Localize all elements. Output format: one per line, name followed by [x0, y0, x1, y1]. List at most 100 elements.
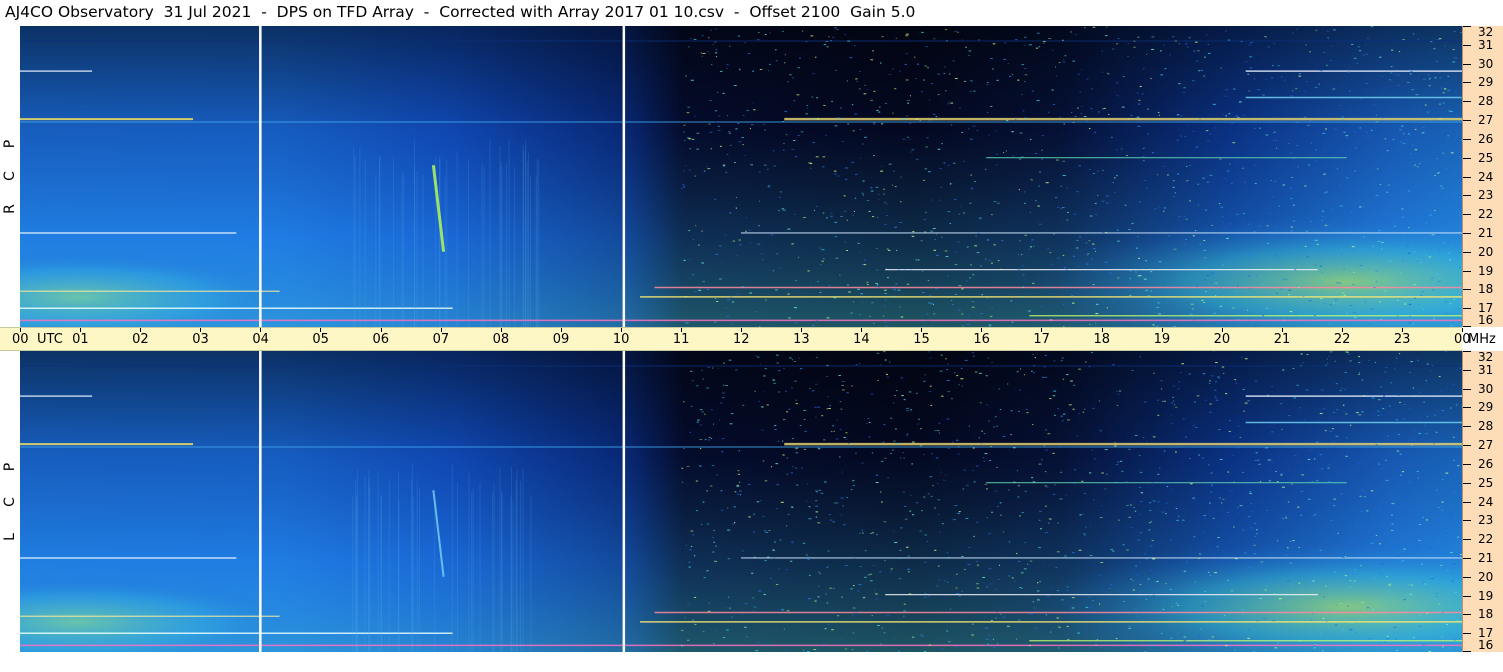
- noise-speckle: [1038, 46, 1041, 48]
- noise-speckle: [1197, 596, 1199, 598]
- noise-speckle: [1310, 220, 1312, 222]
- noise-speckle: [1000, 613, 1002, 615]
- noise-speckle: [807, 107, 809, 109]
- noise-speckle: [838, 117, 841, 119]
- noise-speckle: [742, 404, 745, 406]
- noise-speckle: [970, 138, 973, 140]
- noise-speckle: [1411, 584, 1413, 586]
- noise-speckle: [927, 493, 930, 495]
- noise-speckle: [997, 260, 1000, 262]
- noise-speckle: [1178, 83, 1181, 85]
- noise-speckle: [710, 148, 713, 150]
- noise-speckle: [802, 217, 806, 219]
- noise-speckle: [1417, 477, 1420, 479]
- noise-speckle: [999, 502, 1002, 504]
- noise-speckle: [1186, 165, 1188, 167]
- noise-speckle: [1045, 614, 1048, 616]
- noise-speckle: [1379, 56, 1382, 58]
- noise-speckle: [1183, 570, 1187, 572]
- noise-speckle: [1278, 598, 1282, 600]
- noise-speckle: [937, 565, 940, 567]
- noise-speckle: [1229, 490, 1233, 492]
- noise-speckle: [924, 168, 928, 170]
- noise-speckle: [1367, 73, 1369, 75]
- noise-speckle: [787, 228, 791, 230]
- noise-speckle: [1354, 316, 1357, 318]
- noise-speckle: [1249, 287, 1252, 289]
- noise-speckle: [954, 263, 958, 265]
- noise-speckle: [868, 421, 871, 423]
- noise-speckle: [1203, 75, 1206, 77]
- utc-label: UTC: [37, 332, 63, 347]
- noise-speckle: [720, 509, 724, 511]
- noise-speckle: [1107, 73, 1110, 75]
- noise-speckle: [957, 309, 961, 311]
- noise-speckle: [1388, 405, 1391, 407]
- noise-speckle: [1266, 307, 1268, 309]
- noise-speckle: [728, 45, 731, 47]
- noise-speckle: [735, 369, 738, 371]
- noise-speckle: [958, 107, 962, 109]
- noise-speckle: [884, 223, 887, 225]
- noise-speckle: [1234, 290, 1236, 292]
- noise-speckle: [702, 631, 705, 633]
- noise-speckle: [873, 123, 876, 125]
- noise-speckle: [1239, 505, 1243, 507]
- noise-speckle: [785, 390, 787, 392]
- frequency-tick: [1463, 251, 1471, 253]
- noise-speckle: [1428, 256, 1432, 258]
- noise-speckle: [1343, 294, 1346, 296]
- noise-speckle: [1011, 131, 1014, 133]
- noise-speckle: [1367, 229, 1369, 231]
- noise-speckle: [1063, 413, 1066, 415]
- noise-speckle: [1085, 242, 1088, 244]
- noise-speckle: [1103, 107, 1106, 109]
- noise-speckle: [903, 399, 906, 401]
- noise-speckle: [1187, 125, 1189, 127]
- frequency-tick: [1463, 138, 1471, 140]
- noise-speckle: [1298, 640, 1302, 642]
- noise-speckle: [683, 170, 685, 172]
- noise-speckle: [876, 248, 878, 250]
- noise-speckle: [798, 256, 800, 258]
- noise-speckle: [1247, 73, 1250, 75]
- noise-speckle: [1339, 205, 1343, 207]
- noise-speckle: [1073, 213, 1077, 215]
- frequency-tick: [1463, 388, 1471, 390]
- noise-speckle: [911, 149, 915, 151]
- noise-speckle: [946, 369, 949, 371]
- noise-speckle: [1230, 182, 1233, 184]
- noise-speckle: [1452, 563, 1456, 565]
- noise-speckle: [1331, 428, 1335, 430]
- noise-speckle: [809, 387, 811, 389]
- noise-speckle: [1411, 439, 1414, 441]
- noise-speckle: [984, 627, 988, 629]
- noise-speckle: [1422, 126, 1425, 128]
- noise-speckle: [1035, 47, 1038, 49]
- noise-speckle: [1351, 573, 1354, 575]
- noise-speckle: [977, 232, 980, 234]
- noise-speckle: [1449, 552, 1453, 554]
- noise-speckle: [1220, 221, 1224, 223]
- noise-speckle: [1250, 42, 1253, 44]
- noise-speckle: [1171, 606, 1173, 608]
- noise-speckle: [1361, 266, 1364, 268]
- noise-speckle: [1145, 598, 1148, 600]
- noise-speckle: [806, 105, 809, 107]
- noise-speckle: [1248, 255, 1252, 257]
- noise-speckle: [1421, 132, 1425, 134]
- noise-speckle: [1255, 275, 1258, 277]
- noise-speckle: [847, 40, 851, 42]
- noise-speckle: [756, 287, 758, 289]
- noise-speckle: [1177, 604, 1180, 606]
- noise-speckle: [1202, 373, 1206, 375]
- noise-speckle: [1384, 459, 1388, 461]
- noise-speckle: [1315, 441, 1319, 443]
- noise-speckle: [707, 602, 711, 604]
- noise-speckle: [1281, 486, 1285, 488]
- noise-speckle: [954, 505, 958, 507]
- noise-speckle: [1371, 517, 1374, 519]
- noise-speckle: [1039, 581, 1041, 583]
- noise-speckle: [1138, 454, 1141, 456]
- noise-speckle: [1194, 426, 1198, 428]
